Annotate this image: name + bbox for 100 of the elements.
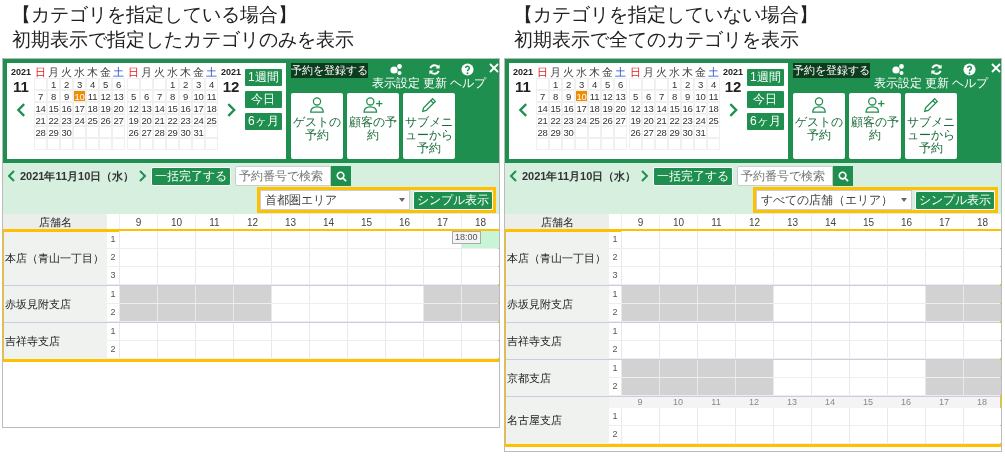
time-slot[interactable] <box>423 286 461 303</box>
calendar-day[interactable]: 1 <box>166 78 179 90</box>
calendar-day[interactable]: 24 <box>73 114 86 126</box>
chevron-right-icon[interactable] <box>225 103 237 117</box>
booking-card[interactable]: サブメニューから予約 <box>402 93 455 159</box>
calendar-day[interactable]: 18 <box>205 102 218 114</box>
calendar-day[interactable]: 19 <box>99 102 112 114</box>
calendar-day[interactable]: 6 <box>112 78 125 90</box>
time-slot[interactable] <box>735 304 773 321</box>
time-slot[interactable] <box>621 304 659 321</box>
booking-card[interactable]: 顧客の予約 <box>848 93 901 159</box>
time-slot[interactable] <box>963 341 1001 358</box>
calendar-day[interactable]: 26 <box>127 126 140 138</box>
calendar-day[interactable]: 23 <box>562 114 575 126</box>
range-button[interactable]: 1週間 <box>746 68 785 87</box>
calendar-day[interactable]: 27 <box>112 114 125 126</box>
calendar-day[interactable]: 21 <box>34 114 47 126</box>
time-slot[interactable] <box>963 304 1001 321</box>
calendar-day[interactable]: 23 <box>179 114 192 126</box>
calendar-day[interactable]: 5 <box>601 78 614 90</box>
simple-view-button[interactable]: シンプル表示 <box>915 190 995 210</box>
calendar-day[interactable]: 14 <box>153 102 166 114</box>
calendar-day[interactable]: 30 <box>60 126 73 138</box>
time-slot[interactable] <box>461 323 499 340</box>
calendar-day[interactable]: 14 <box>536 102 549 114</box>
calendar-day[interactable]: 16 <box>562 102 575 114</box>
calendar-day[interactable]: 20 <box>614 102 627 114</box>
refresh-icon[interactable] <box>428 63 442 76</box>
calendar-day[interactable]: 15 <box>668 102 681 114</box>
time-slot[interactable] <box>849 231 887 248</box>
chevron-left-icon[interactable] <box>517 103 529 117</box>
help-icon[interactable] <box>461 63 475 76</box>
tool-label[interactable]: ヘルプ <box>951 77 988 90</box>
calendar-day[interactable]: 29 <box>47 126 60 138</box>
time-slot[interactable] <box>963 408 1001 425</box>
range-button[interactable]: 今日 <box>244 90 283 109</box>
calendar-day[interactable]: 19 <box>629 114 642 126</box>
time-slot[interactable] <box>735 231 773 248</box>
calendar-day[interactable]: 13 <box>642 102 655 114</box>
calendar-day[interactable]: 10 <box>694 90 707 102</box>
calendar-day[interactable]: 29 <box>549 126 562 138</box>
calendar-day[interactable]: 25 <box>707 114 720 126</box>
time-slot[interactable] <box>659 231 697 248</box>
time-slot[interactable] <box>963 286 1001 303</box>
calendar-day[interactable]: 16 <box>179 102 192 114</box>
calendar-day[interactable]: 13 <box>112 90 125 102</box>
calendar-day[interactable]: 27 <box>140 126 153 138</box>
time-slot[interactable] <box>697 378 735 395</box>
time-slot[interactable] <box>735 378 773 395</box>
time-slot[interactable] <box>963 360 1001 377</box>
calendar-day[interactable]: 1 <box>668 78 681 90</box>
calendar-day[interactable]: 11 <box>205 90 218 102</box>
time-slot[interactable] <box>119 304 157 321</box>
time-slot[interactable] <box>423 304 461 321</box>
simple-view-button[interactable]: シンプル表示 <box>413 190 493 210</box>
time-slot[interactable] <box>233 304 271 321</box>
time-slot[interactable] <box>659 286 697 303</box>
chevron-right-icon[interactable] <box>727 103 739 117</box>
calendar-day[interactable]: 29 <box>166 126 179 138</box>
calendar-day[interactable]: 7 <box>655 90 668 102</box>
calendar-day[interactable]: 4 <box>707 78 720 90</box>
calendar-day[interactable]: 7 <box>153 90 166 102</box>
calendar-day[interactable]: 26 <box>99 114 112 126</box>
calendar-day[interactable]: 19 <box>601 102 614 114</box>
calendar-day[interactable]: 26 <box>601 114 614 126</box>
time-slot[interactable] <box>271 231 309 248</box>
category-select[interactable]: すべての店舗（エリア） <box>756 190 912 210</box>
range-button[interactable]: 6ヶ月 <box>746 112 785 131</box>
calendar-day[interactable]: 28 <box>34 126 47 138</box>
close-icon[interactable] <box>488 63 499 73</box>
time-slot[interactable] <box>309 231 347 248</box>
calendar-day[interactable]: 13 <box>614 90 627 102</box>
calendar-day[interactable]: 5 <box>629 90 642 102</box>
search-field[interactable]: 予約番号で検索 <box>737 166 834 186</box>
time-slot[interactable] <box>925 378 963 395</box>
calendar-day[interactable]: 31 <box>192 126 205 138</box>
calendar-day[interactable]: 11 <box>707 90 720 102</box>
tool-label[interactable]: ヘルプ <box>449 77 486 90</box>
time-slot[interactable] <box>157 231 195 248</box>
range-button[interactable]: 1週間 <box>244 68 283 87</box>
time-slot[interactable] <box>697 360 735 377</box>
booking-card[interactable]: ゲストの予約 <box>290 93 343 159</box>
calendar-day[interactable]: 1 <box>549 78 562 90</box>
tool-label[interactable]: 更新 <box>422 77 447 90</box>
calendar-day[interactable]: 12 <box>601 90 614 102</box>
chevron-left-icon[interactable] <box>7 170 16 182</box>
time-slot[interactable] <box>659 360 697 377</box>
time-slot[interactable] <box>735 360 773 377</box>
help-icon[interactable] <box>963 63 977 76</box>
calendar-day[interactable]: 12 <box>629 102 642 114</box>
calendar-day[interactable]: 18 <box>86 102 99 114</box>
calendar-day[interactable]: 16 <box>60 102 73 114</box>
calendar-day[interactable]: 22 <box>668 114 681 126</box>
calendar-day[interactable]: 30 <box>562 126 575 138</box>
search-button[interactable] <box>331 166 352 186</box>
time-slot[interactable] <box>925 360 963 377</box>
search-button[interactable] <box>833 166 854 186</box>
time-slot[interactable] <box>385 231 423 248</box>
calendar-day[interactable]: 10 <box>192 90 205 102</box>
time-slot[interactable] <box>195 231 233 248</box>
